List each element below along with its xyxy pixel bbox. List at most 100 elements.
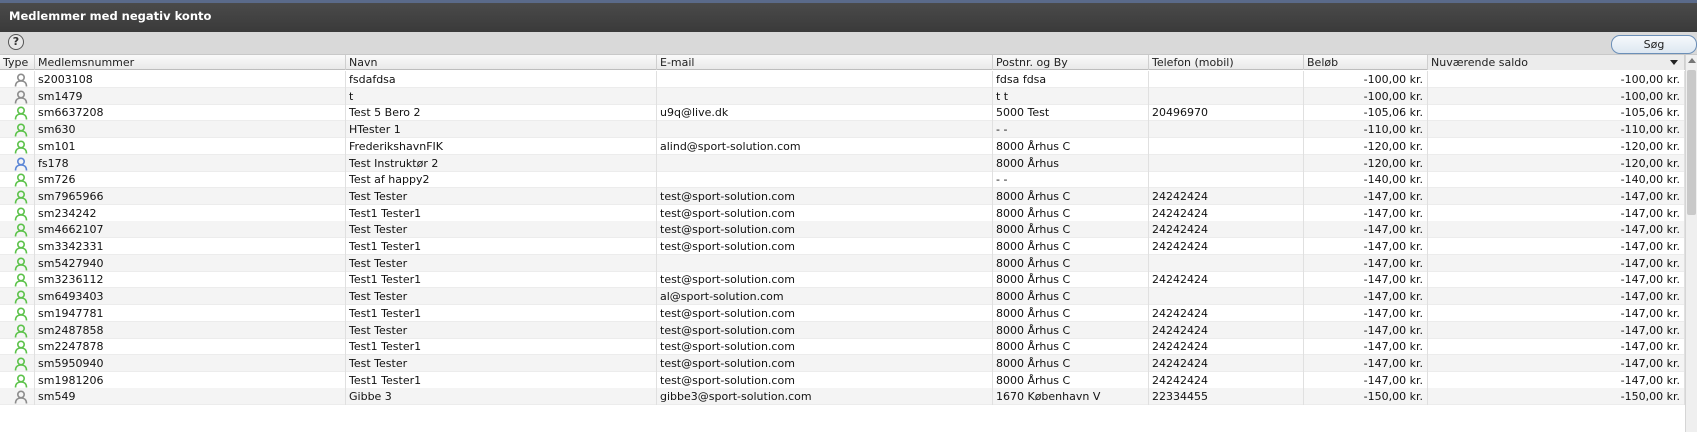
column-header-postnr-by[interactable]: Postnr. og By bbox=[993, 55, 1149, 70]
green-user-icon bbox=[14, 173, 28, 187]
cell-telefon: 24242424 bbox=[1149, 304, 1304, 322]
sort-descending-icon bbox=[1670, 60, 1678, 65]
cell-saldo: -147,00 kr. bbox=[1428, 204, 1685, 222]
help-icon[interactable]: ? bbox=[8, 34, 24, 50]
cell-postnr-by: 8000 Århus C bbox=[993, 371, 1149, 389]
table-row[interactable]: sm6493403 Test Tester al@sport-solution.co… bbox=[0, 288, 1685, 306]
cell-belob: -147,00 kr. bbox=[1304, 254, 1428, 272]
cell-belob: -140,00 kr. bbox=[1304, 171, 1428, 189]
table-row[interactable]: sm7965966 Test Tester test@sport-solution.… bbox=[0, 187, 1685, 205]
table-row[interactable]: sm234242 Test1 Tester1 test@sport-solution… bbox=[0, 204, 1685, 222]
cell-saldo: -120,00 kr. bbox=[1428, 154, 1685, 172]
cell-type bbox=[0, 137, 35, 155]
cell-telefon: 22334455 bbox=[1149, 388, 1304, 406]
cell-saldo: -147,00 kr. bbox=[1428, 354, 1685, 372]
cell-email: test@sport-solution.com bbox=[657, 371, 993, 389]
table-row[interactable]: fs178 Test Instruktør 2 8000 Århus -120,00 … bbox=[0, 154, 1685, 172]
green-user-icon bbox=[14, 290, 28, 304]
cell-medlemsnummer: sm7965966 bbox=[35, 187, 346, 205]
gray-user-icon bbox=[14, 73, 28, 87]
cell-type bbox=[0, 254, 35, 272]
green-user-icon bbox=[14, 140, 28, 154]
cell-navn: Test1 Tester1 bbox=[346, 238, 657, 255]
column-header-type[interactable]: Type bbox=[0, 55, 35, 70]
cell-saldo: -147,00 kr. bbox=[1428, 238, 1685, 255]
table-row[interactable]: sm630 HTester 1 - - -110,00 kr. -110,00 kr. bbox=[0, 121, 1685, 139]
table-row[interactable]: sm3236112 Test1 Tester1 test@sport-solutio… bbox=[0, 271, 1685, 289]
table-row[interactable]: sm1947781 Test1 Tester1 test@sport-solutio… bbox=[0, 304, 1685, 322]
cell-telefon bbox=[1149, 154, 1304, 172]
column-header-saldo[interactable]: Nuværende saldo bbox=[1428, 55, 1685, 70]
cell-saldo: -140,00 kr. bbox=[1428, 171, 1685, 189]
table-row[interactable]: sm3342331 Test1 Tester1 test@sport-solutio… bbox=[0, 238, 1685, 255]
table-row[interactable]: sm1981206 Test1 Tester1 test@sport-solutio… bbox=[0, 371, 1685, 389]
cell-medlemsnummer: sm234242 bbox=[35, 204, 346, 222]
cell-postnr-by: 8000 Århus C bbox=[993, 304, 1149, 322]
table-row[interactable]: s2003108 fsdafdsa fdsa fdsa -100,00 kr. -100… bbox=[0, 71, 1685, 88]
cell-belob: -147,00 kr. bbox=[1304, 371, 1428, 389]
blue-user-icon bbox=[14, 156, 28, 171]
cell-medlemsnummer: sm1981206 bbox=[35, 371, 346, 389]
table-row[interactable]: sm2247878 Test1 Tester1 test@sport-solutio… bbox=[0, 338, 1685, 356]
cell-postnr-by: - - bbox=[993, 171, 1149, 189]
cell-belob: -147,00 kr. bbox=[1304, 354, 1428, 372]
green-user-icon bbox=[14, 106, 28, 120]
cell-email: test@sport-solution.com bbox=[657, 321, 993, 339]
table-row[interactable]: sm4662107 Test Tester test@sport-solution.… bbox=[0, 221, 1685, 239]
cell-type bbox=[0, 204, 35, 222]
cell-email bbox=[657, 121, 993, 139]
cell-email: test@sport-solution.com bbox=[657, 221, 993, 239]
column-header-belob[interactable]: Beløb bbox=[1304, 55, 1428, 70]
green-user-icon bbox=[14, 273, 28, 287]
column-header-email[interactable]: E-mail bbox=[657, 55, 993, 70]
cell-navn: Test af happy2 bbox=[346, 171, 657, 189]
cell-type bbox=[0, 104, 35, 122]
column-header-medlemsnummer[interactable]: Medlemsnummer bbox=[35, 55, 346, 70]
scroll-thumb[interactable] bbox=[1687, 70, 1696, 215]
cell-saldo: -120,00 kr. bbox=[1428, 137, 1685, 155]
table-row[interactable]: sm101 FrederikshavnFIK alind@sport-solutio… bbox=[0, 137, 1685, 155]
table-row[interactable]: sm5427940 Test Tester 8000 Århus C -147,00 … bbox=[0, 254, 1685, 272]
cell-belob: -147,00 kr. bbox=[1304, 304, 1428, 322]
cell-postnr-by: t t bbox=[993, 87, 1149, 105]
cell-medlemsnummer: sm2487858 bbox=[35, 321, 346, 339]
table-row[interactable]: sm2487858 Test Tester test@sport-solution.… bbox=[0, 321, 1685, 339]
cell-medlemsnummer: fs178 bbox=[35, 154, 346, 172]
scroll-up-arrow-icon[interactable] bbox=[1688, 58, 1696, 63]
table-header: Type Medlemsnummer Navn E-mail Postnr. og By… bbox=[0, 55, 1685, 70]
search-button[interactable]: Søg bbox=[1611, 35, 1697, 54]
cell-email bbox=[657, 71, 993, 88]
cell-type bbox=[0, 221, 35, 239]
table-row[interactable]: sm549 Gibbe 3 gibbe3@sport-solution.com 167… bbox=[0, 388, 1685, 406]
table-row[interactable]: sm6637208 Test 5 Bero 2 u9q@live.dk 5000 Te… bbox=[0, 104, 1685, 122]
cell-belob: -147,00 kr. bbox=[1304, 221, 1428, 239]
cell-medlemsnummer: sm1479 bbox=[35, 87, 346, 105]
cell-telefon bbox=[1149, 137, 1304, 155]
cell-type bbox=[0, 87, 35, 105]
column-header-telefon[interactable]: Telefon (mobil) bbox=[1149, 55, 1304, 70]
table-row[interactable]: sm1479 t t t -100,00 kr. -100,00 kr. bbox=[0, 87, 1685, 105]
cell-email: gibbe3@sport-solution.com bbox=[657, 388, 993, 406]
cell-navn: Test Tester bbox=[346, 187, 657, 205]
cell-telefon bbox=[1149, 288, 1304, 306]
green-user-icon bbox=[14, 357, 28, 371]
table-row[interactable]: sm5950940 Test Tester test@sport-solution.… bbox=[0, 354, 1685, 372]
cell-email bbox=[657, 254, 993, 272]
cell-telefon bbox=[1149, 171, 1304, 189]
vertical-scrollbar[interactable] bbox=[1685, 55, 1697, 432]
cell-type bbox=[0, 71, 35, 88]
cell-saldo: -147,00 kr. bbox=[1428, 304, 1685, 322]
cell-medlemsnummer: sm549 bbox=[35, 388, 346, 406]
cell-belob: -147,00 kr. bbox=[1304, 338, 1428, 356]
cell-saldo: -150,00 kr. bbox=[1428, 388, 1685, 406]
cell-email: test@sport-solution.com bbox=[657, 187, 993, 205]
cell-medlemsnummer: sm4662107 bbox=[35, 221, 346, 239]
column-header-navn[interactable]: Navn bbox=[346, 55, 657, 70]
toolbar: ? Søg bbox=[0, 32, 1697, 55]
cell-telefon: 24242424 bbox=[1149, 338, 1304, 356]
green-user-icon bbox=[14, 307, 28, 321]
cell-telefon bbox=[1149, 121, 1304, 139]
table-row[interactable]: sm726 Test af happy2 - - -140,00 kr. -140,00… bbox=[0, 171, 1685, 189]
cell-email: alind@sport-solution.com bbox=[657, 137, 993, 155]
cell-saldo: -147,00 kr. bbox=[1428, 321, 1685, 339]
